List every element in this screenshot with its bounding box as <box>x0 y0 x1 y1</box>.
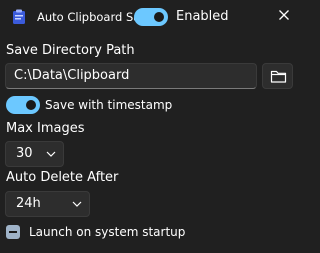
toggle-knob <box>26 100 36 110</box>
auto-delete-value: 24h <box>16 196 41 211</box>
chevron-down-icon <box>46 151 56 157</box>
max-images-value: 30 <box>16 146 33 161</box>
timestamp-toggle[interactable] <box>6 96 40 114</box>
save-path-label: Save Directory Path <box>6 43 135 58</box>
enabled-toggle[interactable] <box>134 8 168 26</box>
close-icon <box>279 10 289 20</box>
timestamp-label: Save with timestamp <box>45 98 173 112</box>
chevron-down-icon <box>72 201 82 207</box>
folder-icon <box>270 70 287 83</box>
enabled-label: Enabled <box>176 9 229 24</box>
indeterminate-mark <box>9 231 17 233</box>
browse-folder-button[interactable] <box>262 63 293 89</box>
startup-checkbox[interactable] <box>6 225 20 239</box>
startup-label: Launch on system startup <box>29 225 186 239</box>
auto-delete-dropdown[interactable]: 24h <box>5 191 90 217</box>
max-images-label: Max Images <box>6 121 85 136</box>
auto-delete-label: Auto Delete After <box>6 170 119 185</box>
toggle-knob <box>154 12 164 22</box>
save-path-input[interactable]: C:\Data\Clipboard <box>5 63 257 89</box>
app-icon <box>12 9 26 25</box>
max-images-dropdown[interactable]: 30 <box>5 141 64 167</box>
close-button[interactable] <box>275 6 293 24</box>
